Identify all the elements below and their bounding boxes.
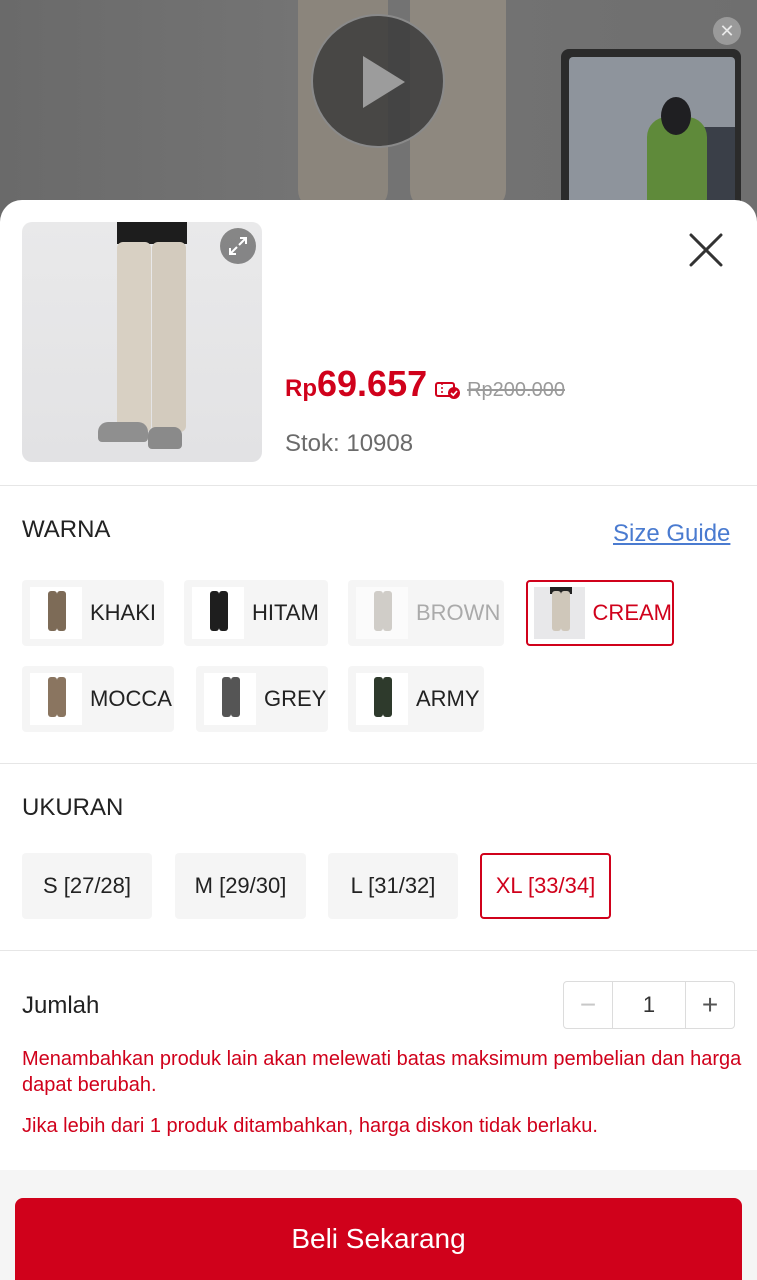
thumb-pants-left [117,242,151,432]
buy-now-button[interactable]: Beli Sekarang [15,1198,742,1280]
divider [0,763,757,764]
size-option-label: S [27/28] [42,873,132,898]
color-option-cream[interactable]: CREAM [526,580,674,646]
divider [0,485,757,486]
size-option-xl[interactable]: XL [33/34] [480,853,611,919]
discount-warning: Jika lebih dari 1 produk ditambahkan, ha… [22,1115,598,1137]
price-currency: Rp [285,375,317,402]
color-option-label: BROWN [416,600,501,625]
thumb-pants-right [152,242,186,432]
voucher-icon [435,382,461,399]
original-price: Rp200.000 [467,379,565,401]
color-section-title: WARNA [22,516,111,543]
color-swatch-image [30,587,82,639]
size-section-title: UKURAN [22,794,124,821]
color-option-brown[interactable]: BROWN [348,580,504,646]
variant-selection-sheet: Rp 69.657 Rp200.000 Stok: 10908 WARNA Si… [0,200,757,1280]
quantity-label: Jumlah [22,992,100,1019]
thumb-shirt [117,222,187,244]
color-option-label: CREAM [592,600,672,625]
product-thumbnail[interactable] [22,222,262,462]
price-value: 69.657 [317,363,428,404]
color-option-label: HITAM [252,600,319,625]
size-option-label: XL [33/34] [495,873,596,898]
color-option-khaki[interactable]: KHAKI [22,580,164,646]
stock-count: Stok: 10908 [285,430,414,457]
size-option-label: L [31/32] [350,873,436,898]
close-icon[interactable] [686,230,726,270]
expand-icon[interactable] [220,228,256,264]
color-swatch-image [356,673,408,725]
color-swatch-image [356,587,408,639]
thumb-shoe-left [98,422,148,442]
divider [0,950,757,951]
increment-button[interactable]: + [686,982,734,1028]
color-swatch-image [30,673,82,725]
size-guide-link[interactable]: Size Guide [613,520,730,548]
color-swatch-image [534,587,585,639]
streamer-head [661,97,691,135]
decrement-button[interactable]: − [564,982,612,1028]
color-swatch-image [192,587,244,639]
live-stream-preview [569,57,735,209]
play-button[interactable] [311,14,445,148]
color-option-label: MOCCA [90,686,172,711]
pip-close-icon[interactable]: ✕ [713,17,741,45]
quantity-stepper: − 1 + [563,981,735,1029]
color-option-grey[interactable]: GREY [196,666,328,732]
color-option-label: GREY [264,686,327,711]
color-option-army[interactable]: ARMY [348,666,484,732]
color-option-mocca[interactable]: MOCCA [22,666,174,732]
color-option-hitam[interactable]: HITAM [184,580,328,646]
thumb-shoe-right [148,427,182,449]
size-option-label: M [29/30] [194,873,287,898]
size-option-m[interactable]: M [29/30] [175,853,306,919]
size-option-s[interactable]: S [27/28] [22,853,152,919]
quantity-input[interactable]: 1 [612,982,686,1028]
price-row: Rp 69.657 Rp200.000 [285,363,565,411]
color-swatch-image [204,673,256,725]
play-icon [363,56,405,108]
live-stream-pip[interactable] [561,49,741,209]
color-option-label: ARMY [416,686,480,711]
purchase-limit-warning: Menambahkan produk lain akan melewati ba… [22,1048,742,1096]
color-option-label: KHAKI [90,600,157,625]
size-option-l[interactable]: L [31/32] [328,853,458,919]
